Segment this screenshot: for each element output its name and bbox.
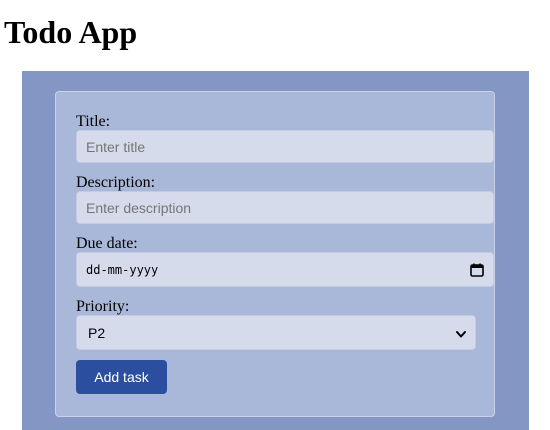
due-date-label: Due date: bbox=[76, 235, 138, 252]
chevron-down-icon bbox=[455, 327, 467, 339]
task-form: Title: Description: Due date: dd-mm-yyyy… bbox=[55, 91, 495, 417]
description-label: Description: bbox=[76, 174, 156, 191]
due-date-placeholder: dd-mm-yyyy bbox=[86, 262, 159, 277]
priority-selected-value: P2 bbox=[88, 324, 106, 341]
description-input[interactable] bbox=[76, 191, 494, 224]
due-date-input[interactable]: dd-mm-yyyy bbox=[76, 252, 494, 287]
app-container: Title: Description: Due date: dd-mm-yyyy… bbox=[22, 71, 529, 430]
title-label: Title: bbox=[76, 113, 111, 130]
title-input[interactable] bbox=[76, 130, 494, 163]
page-title: Todo App bbox=[4, 14, 138, 50]
priority-select[interactable]: P2 bbox=[76, 315, 476, 350]
calendar-icon[interactable] bbox=[470, 263, 484, 277]
add-task-button[interactable]: Add task bbox=[76, 360, 167, 394]
priority-label: Priority: bbox=[76, 298, 130, 315]
